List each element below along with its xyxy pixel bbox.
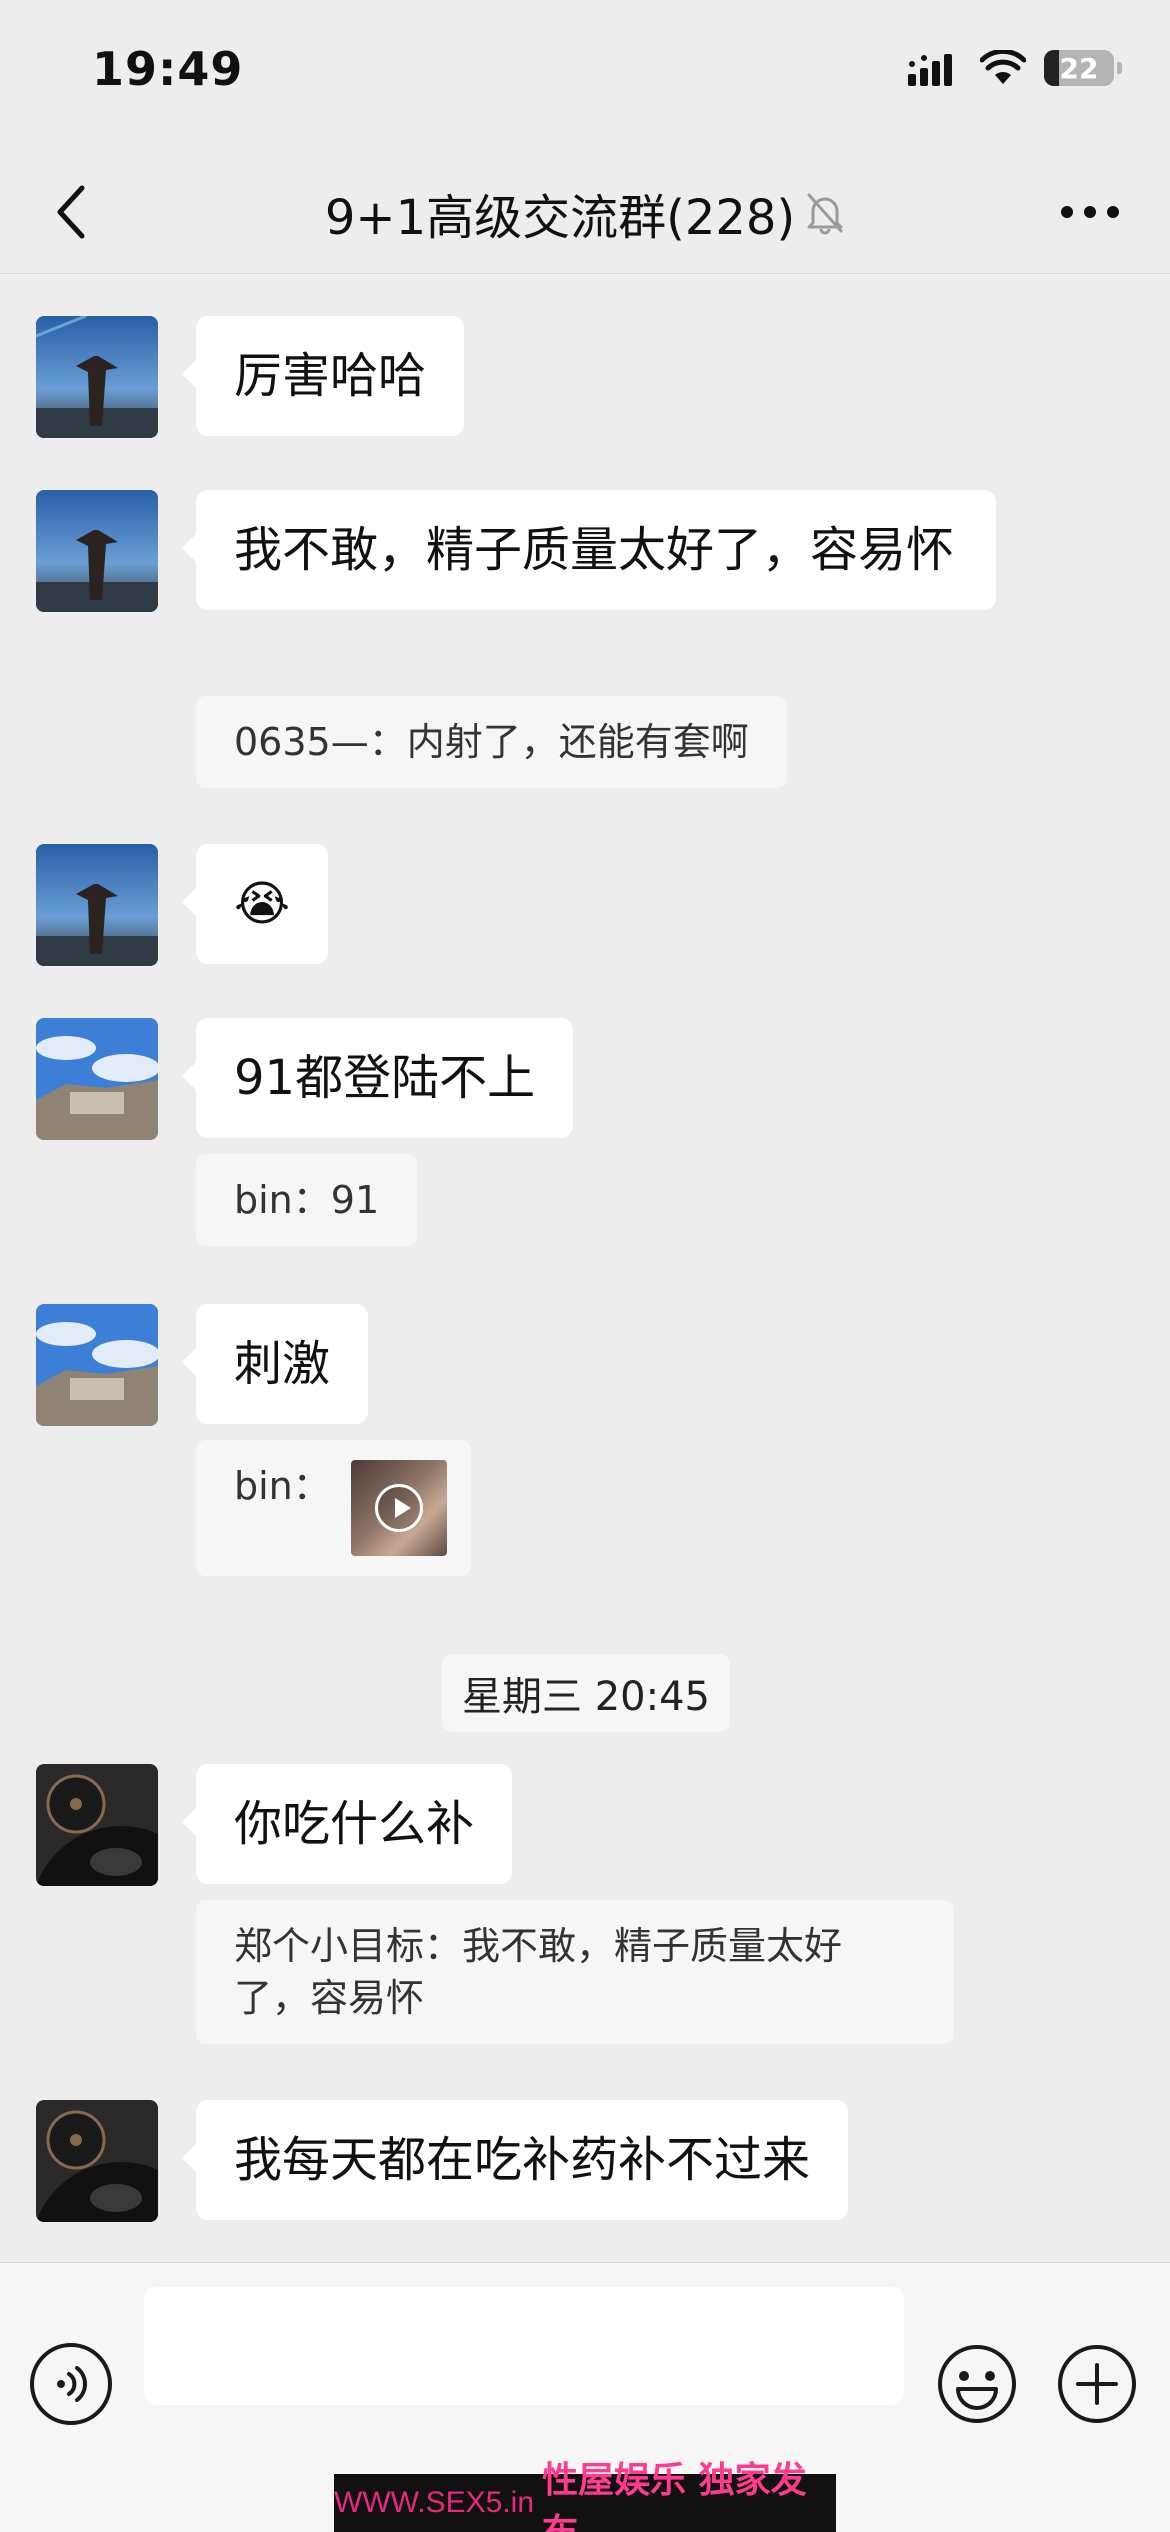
quoted-text: 0635—：内射了，还能有套啊 [234,720,749,764]
chat-title[interactable]: 9+1高级交流群(228) [325,178,795,248]
quoted-reply[interactable]: 0635—：内射了，还能有套啊 [196,696,787,788]
avatar-dusk-statue[interactable] [36,844,158,966]
more-dots-icon [1061,206,1119,218]
message-text: 91都登陆不上 [234,1050,536,1106]
emoji-button[interactable] [936,2343,1018,2425]
crying-emoji: 😭 [234,876,291,932]
battery-fill [1044,50,1060,86]
quoted-reply[interactable]: 郑个小目标：我不敢，精子质量太好了，容易怀 [196,1900,954,2044]
quoted-reply[interactable]: bin： [196,1440,471,1576]
message-bubble[interactable]: 我每天都在吃补药补不过来 [181,2100,849,2220]
watermark-text: 性屋娱乐 独家发布 [542,2460,807,2532]
status-time: 19:49 [92,42,244,96]
voice-button[interactable] [30,2343,112,2425]
chat-area[interactable]: 厉害哈哈 我不敢，精子质量太好了，容易怀 0635—：内射了，还能有套啊 😭 9… [0,274,1170,2262]
quoted-text: 郑个小目标：我不敢，精子质量太好了，容易怀 [234,1924,843,2020]
emoji-icon [938,2345,1016,2423]
message-bubble[interactable]: 刺激 [181,1304,369,1424]
avatar-palace[interactable] [36,1018,158,1140]
time-divider: 星期三 20:45 [442,1654,730,1732]
chat-title-wrap[interactable]: 9+1高级交流群(228) [0,178,1170,248]
message-bubble[interactable]: 厉害哈哈 [181,316,465,436]
avatar-car-dashboard[interactable] [36,1764,158,1886]
video-thumbnail[interactable] [350,1460,447,1556]
chat-header: 9+1高级交流群(228) [0,150,1170,274]
avatar-dusk-statue[interactable] [36,490,158,612]
plus-icon [1058,2345,1136,2423]
play-icon [374,1484,423,1532]
message-text: 刺激 [234,1336,331,1392]
more-functions-button[interactable] [1056,2343,1138,2425]
status-bar: 19:49 22 [0,0,1170,150]
battery-icon: 22 [1044,50,1122,86]
watermark-url: WWW.SEX5.in [334,2486,535,2519]
quoted-text: bin：91 [234,1178,380,1222]
voice-icon [57,2366,87,2402]
message-bubble[interactable]: 😭 [181,844,329,964]
watermark-banner: WWW.SEX5.in 性屋娱乐 独家发布 [334,2460,836,2532]
muted-bell-icon [807,193,843,235]
message-text: 你吃什么补 [234,1796,475,1852]
battery-level: 22 [1059,51,1099,85]
signal-icon [908,54,952,86]
message-bubble[interactable]: 91都登陆不上 [181,1018,574,1138]
quoted-text: bin： [234,1464,331,1508]
message-bubble[interactable]: 你吃什么补 [181,1764,513,1884]
wifi-icon [980,50,1026,84]
avatar-palace[interactable] [36,1304,158,1426]
message-text: 厉害哈哈 [234,348,427,404]
message-text: 我每天都在吃补药补不过来 [234,2132,811,2188]
message-input[interactable] [144,2287,904,2405]
more-button[interactable] [1050,180,1130,244]
message-bubble[interactable]: 我不敢，精子质量太好了，容易怀 [182,490,996,610]
message-text: 我不敢，精子质量太好了，容易怀 [234,522,955,578]
avatar-car-dashboard[interactable] [36,2100,158,2222]
avatar-dusk-statue[interactable] [36,316,158,438]
status-icons: 22 [908,50,1122,86]
quoted-reply[interactable]: bin：91 [196,1154,418,1246]
